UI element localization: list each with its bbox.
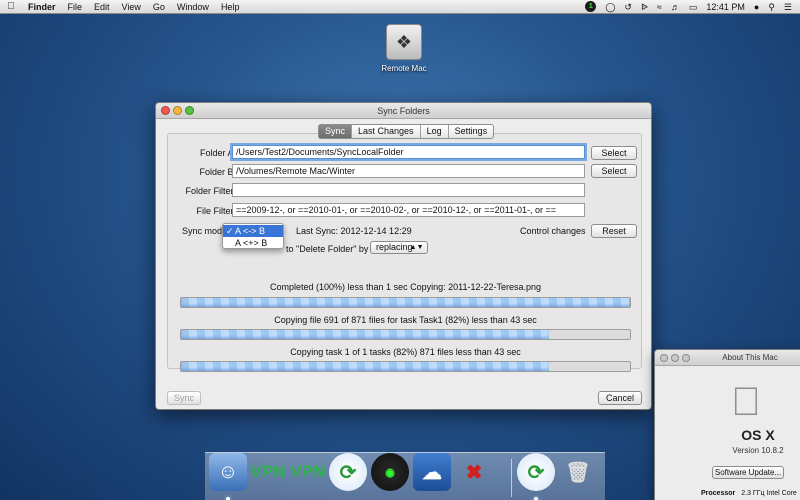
delete-mode-popup[interactable]: replacing ▲▼ bbox=[370, 241, 428, 254]
wifi-icon[interactable]: ≈ bbox=[657, 1, 662, 13]
folder-b-select-button[interactable]: Select bbox=[591, 164, 637, 178]
control-changes-label: Control changes bbox=[520, 226, 586, 236]
sync-status-icon[interactable]: ◯ bbox=[605, 1, 615, 13]
menu-bar:  Finder File Edit View Go Window Help 1… bbox=[0, 0, 800, 14]
tab-last-changes[interactable]: Last Changes bbox=[352, 125, 421, 138]
progress-status-3: Copying task 1 of 1 tasks (82%) 871 file… bbox=[290, 347, 521, 357]
tab-bar: Sync Last Changes Log Settings bbox=[318, 124, 495, 139]
network-drive-icon: ❖ bbox=[386, 24, 422, 60]
desktop-icon-label: Remote Mac bbox=[381, 64, 427, 73]
minimize-window-icon[interactable] bbox=[173, 106, 182, 115]
volume-icon[interactable]: ♬ bbox=[671, 1, 680, 13]
vpn-app-icon-2[interactable]: VPN bbox=[289, 453, 327, 491]
software-update-button[interactable]: Software Update... bbox=[712, 466, 784, 479]
progress-fill-3 bbox=[181, 362, 550, 371]
progress-fill-1 bbox=[181, 298, 630, 307]
sync-mode-option-label: A <-> B bbox=[235, 226, 266, 236]
vpn-label: VPN bbox=[250, 462, 286, 481]
clock-text[interactable]: 12:41 PM bbox=[706, 1, 745, 13]
folder-a-label: Folder A: bbox=[199, 148, 236, 158]
finder-icon[interactable]: ☺ bbox=[209, 453, 247, 491]
spotlight-search-icon[interactable]: ⚲ bbox=[768, 1, 775, 13]
sync-mode-option-merge[interactable]: A <+> B bbox=[223, 237, 283, 249]
sync-button[interactable]: Sync bbox=[167, 391, 201, 405]
menu-edit[interactable]: Edit bbox=[88, 2, 116, 12]
delete-app-icon[interactable]: ✖ bbox=[455, 453, 493, 491]
delete-folder-text: to "Delete Folder" by bbox=[286, 244, 369, 254]
folder-a-select-button[interactable]: Select bbox=[591, 146, 637, 160]
folder-filter-input[interactable] bbox=[232, 183, 585, 197]
cloud-sync-icon[interactable]: ☁ bbox=[413, 453, 451, 491]
menu-go[interactable]: Go bbox=[147, 2, 171, 12]
sync-folders-dock-icon[interactable]: ⟳ bbox=[517, 453, 555, 491]
sync-app-icon[interactable]: ⟳ bbox=[329, 453, 367, 491]
folder-b-input[interactable]: /Volumes/Remote Mac/Winter bbox=[232, 164, 585, 178]
desktop-icon-remote-mac[interactable]: ❖ Remote Mac bbox=[374, 24, 434, 73]
sync-folders-window: Sync Folders Folder A: /Users/Test2/Docu… bbox=[155, 102, 652, 410]
sync-mode-option-label: A <+> B bbox=[235, 238, 268, 248]
sync-mode-option-bidirectional[interactable]: ✓A <-> B bbox=[223, 225, 283, 237]
updown-arrows-icon: ▲▼ bbox=[409, 244, 424, 251]
about-title: About This Mac bbox=[722, 353, 778, 362]
binary-app-icon[interactable]: ◉ bbox=[371, 453, 409, 491]
folder-b-label: Folder B: bbox=[199, 167, 236, 177]
last-sync-text: Last Sync: 2012-12-14 12:29 bbox=[296, 226, 412, 236]
zoom-window-icon[interactable] bbox=[185, 106, 194, 115]
folder-a-input[interactable]: /Users/Test2/Documents/SyncLocalFolder bbox=[232, 145, 585, 159]
progress-bar-2 bbox=[180, 329, 631, 340]
sync-panel: Folder A: /Users/Test2/Documents/SyncLoc… bbox=[167, 133, 642, 372]
menu-help[interactable]: Help bbox=[215, 2, 246, 12]
menu-window[interactable]: Window bbox=[171, 2, 215, 12]
window-title: Sync Folders bbox=[377, 106, 430, 116]
progress-bar-1 bbox=[180, 297, 631, 308]
minimize-window-icon[interactable] bbox=[671, 354, 679, 362]
menu-app-name[interactable]: Finder bbox=[22, 2, 62, 12]
close-window-icon[interactable] bbox=[660, 354, 668, 362]
sync-mode-menu: ✓A <-> B A <+> B bbox=[222, 223, 284, 249]
cancel-button[interactable]: Cancel bbox=[598, 391, 642, 405]
tab-sync[interactable]: Sync bbox=[319, 125, 353, 138]
battery-icon[interactable]: ▭ bbox=[689, 1, 698, 13]
about-titlebar[interactable]: About This Mac bbox=[655, 350, 800, 366]
processor-info: Processor 2.3 ГГц Intel Core bbox=[701, 490, 797, 497]
dock-separator bbox=[511, 459, 512, 497]
os-name: OS X bbox=[741, 427, 775, 443]
tab-settings[interactable]: Settings bbox=[449, 125, 494, 138]
progress-fill-2 bbox=[181, 330, 550, 339]
status-badge[interactable]: 1 bbox=[585, 1, 597, 12]
notification-center-icon[interactable]: ☰ bbox=[784, 1, 792, 13]
bluetooth-icon[interactable]: ᐉ bbox=[641, 1, 648, 13]
os-version: Version 10.8.2 bbox=[732, 446, 784, 455]
time-machine-icon[interactable]: ↺ bbox=[624, 1, 632, 13]
vpn-app-icon[interactable]: VPN bbox=[249, 453, 287, 491]
folder-filter-label: Folder Filter: bbox=[185, 186, 236, 196]
file-filter-label: File Filter: bbox=[196, 206, 236, 216]
apple-logo-icon:  bbox=[731, 380, 761, 425]
checkmark-icon: ✓ bbox=[226, 226, 234, 236]
dock: ☺ VPN VPN ⟳ ◉ ☁ ✖ ⟳ 🗑 bbox=[205, 452, 605, 500]
sync-mode-label: Sync mode bbox=[182, 226, 228, 236]
file-filter-input[interactable]: ==2009-12-, or ==2010-01-, or ==2010-02-… bbox=[232, 203, 585, 217]
about-this-mac-window: About This Mac  OS X Version 10.8.2 Sof… bbox=[654, 349, 800, 500]
progress-bar-3 bbox=[180, 361, 631, 372]
delete-mode-value: replacing bbox=[376, 242, 413, 252]
menu-file[interactable]: File bbox=[62, 2, 89, 12]
reset-button[interactable]: Reset bbox=[591, 224, 637, 238]
progress-status-1: Completed (100%) less than 1 sec Copying… bbox=[270, 282, 541, 292]
user-icon[interactable]: ● bbox=[754, 1, 759, 13]
close-window-icon[interactable] bbox=[161, 106, 170, 115]
window-titlebar[interactable]: Sync Folders bbox=[156, 103, 651, 119]
trash-icon[interactable]: 🗑 bbox=[559, 453, 597, 491]
processor-label: Processor bbox=[701, 490, 736, 497]
progress-status-2: Copying file 691 of 871 files for task T… bbox=[274, 315, 537, 325]
menu-extras: 1 ◯ ↺ ᐉ ≈ ♬ ▭ 12:41 PM ● ⚲ ☰ bbox=[585, 1, 800, 13]
apple-menu-icon[interactable]:  bbox=[0, 1, 22, 12]
vpn-label: VPN bbox=[290, 462, 326, 481]
menu-view[interactable]: View bbox=[116, 2, 147, 12]
processor-value: 2.3 ГГц Intel Core bbox=[741, 490, 797, 497]
tab-log[interactable]: Log bbox=[421, 125, 449, 138]
zoom-window-icon[interactable] bbox=[682, 354, 690, 362]
